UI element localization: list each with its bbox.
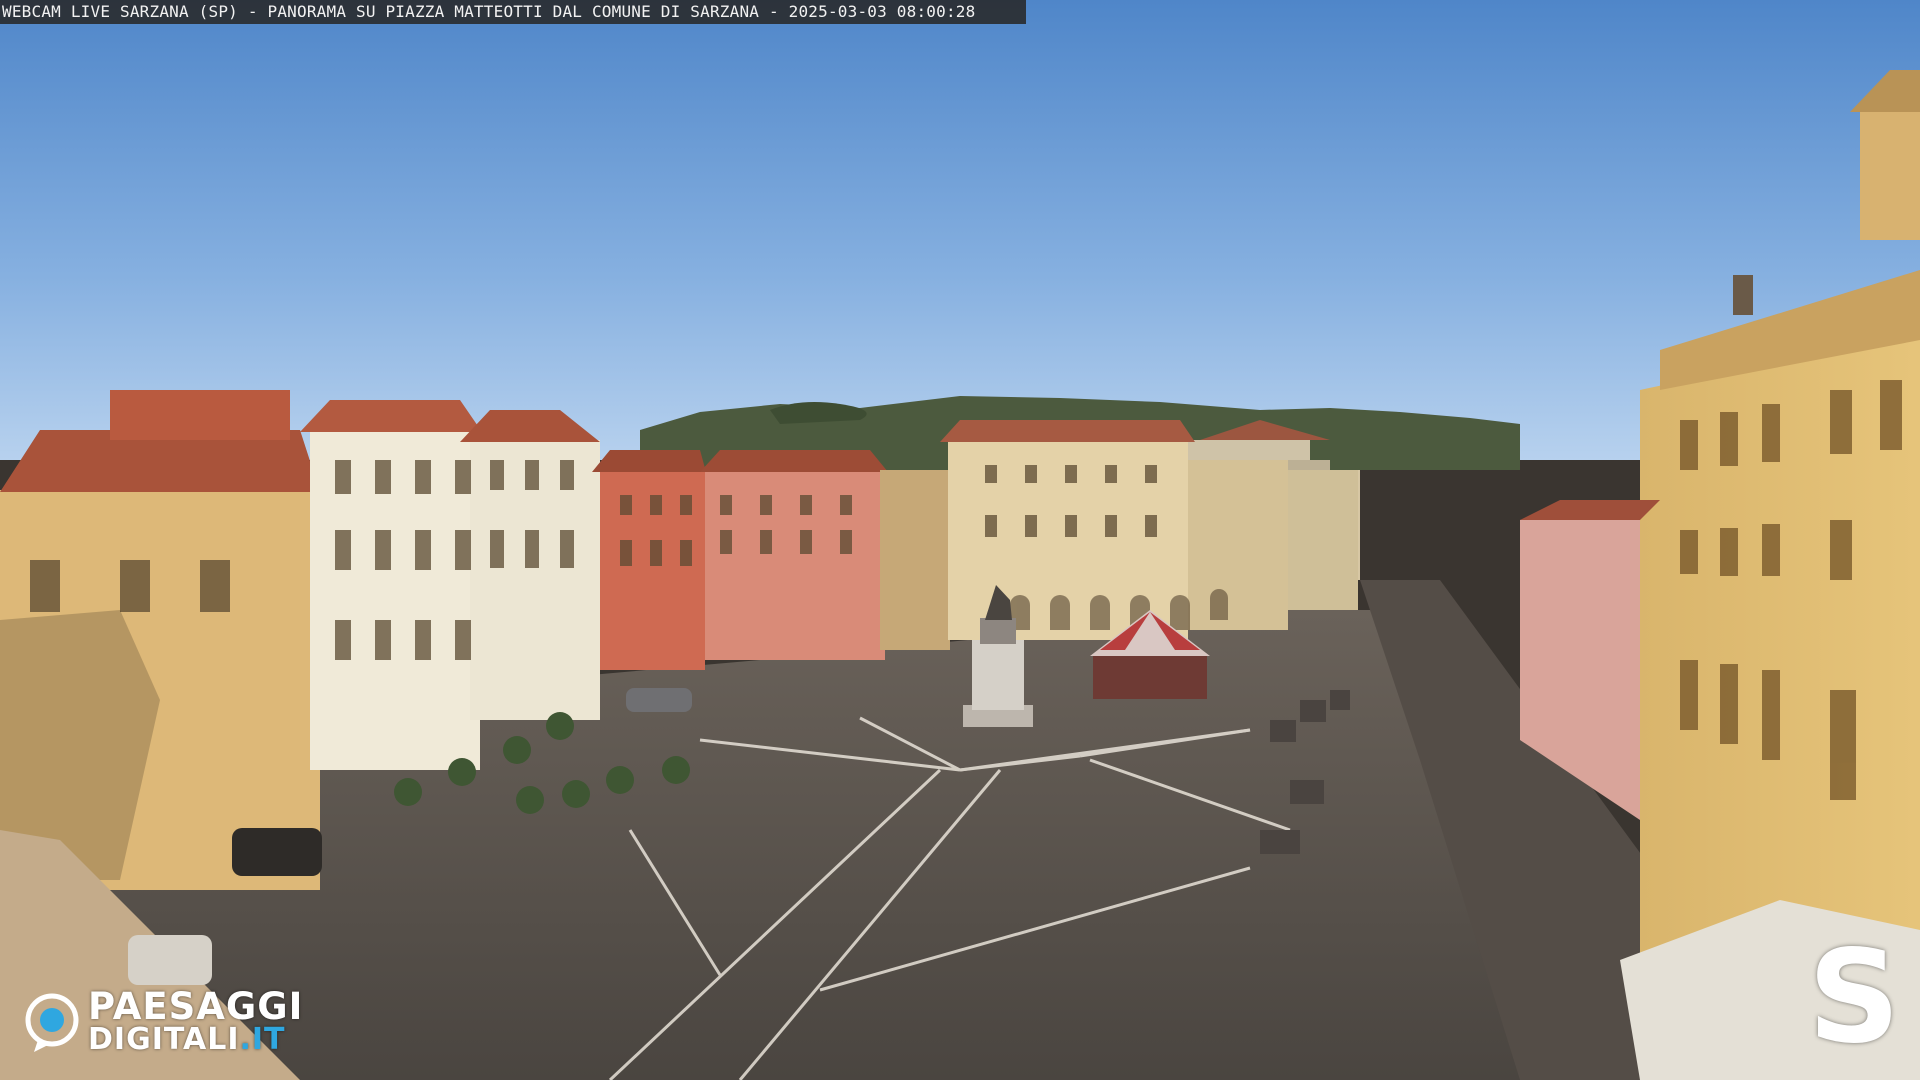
paesaggi-digitali-logo: PAESAGGI DIGITALI.IT: [24, 988, 303, 1055]
logo-line2: DIGITALI.IT: [88, 1025, 303, 1055]
logo-line2-text: DIGITALI: [88, 1022, 240, 1057]
piazza-scene: [0, 0, 1920, 1080]
logo-line2-suffix: .IT: [239, 1022, 286, 1057]
s-logo: S: [1808, 923, 1901, 1072]
logo-line1: PAESAGGI: [88, 985, 304, 1028]
webcam-caption: WEBCAM LIVE SARZANA (SP) - PANORAMA SU P…: [0, 0, 1026, 24]
camera-lens-icon: [25, 993, 79, 1052]
webcam-frame: WEBCAM LIVE SARZANA (SP) - PANORAMA SU P…: [0, 0, 1920, 1080]
